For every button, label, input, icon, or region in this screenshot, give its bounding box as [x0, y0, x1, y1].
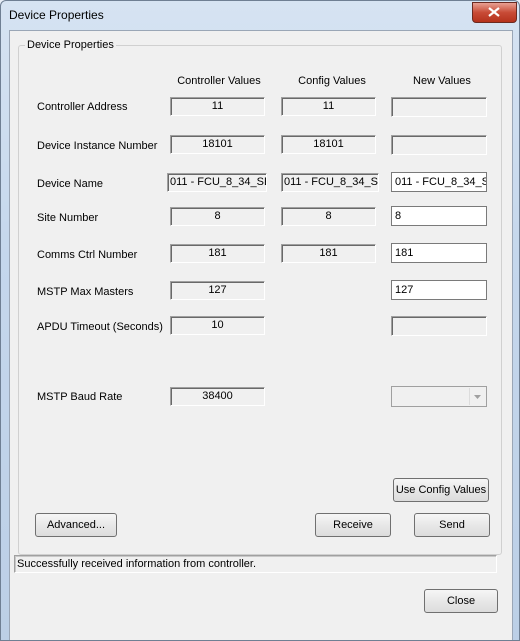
device-name-controller-value: 011 - FCU_8_34_SE: [167, 173, 267, 192]
mstp-baud-rate-controller-value: 38400: [170, 387, 265, 406]
comms-ctrl-controller-value: 181: [170, 244, 265, 263]
advanced-button[interactable]: Advanced...: [35, 513, 117, 537]
label-site-number: Site Number: [37, 212, 99, 224]
site-number-new-value-input[interactable]: 8: [391, 206, 487, 226]
site-number-controller-value: 8: [170, 207, 265, 226]
mstp-max-masters-new-value-input[interactable]: 127: [391, 280, 487, 300]
device-instance-new-value: [391, 135, 487, 155]
mstp-max-masters-controller-value: 127: [170, 281, 265, 300]
receive-button[interactable]: Receive: [315, 513, 391, 537]
comms-ctrl-new-value-input[interactable]: 181: [391, 243, 487, 263]
window-close-button[interactable]: [472, 2, 517, 23]
title-bar[interactable]: Device Properties: [1, 1, 519, 29]
device-properties-window: Device Properties Device Properties Cont…: [0, 0, 520, 641]
device-name-new-value-input[interactable]: 011 - FCU_8_34_S: [391, 172, 487, 192]
controller-address-new-value: [391, 97, 487, 117]
device-name-config-value: 011 - FCU_8_34_SE: [281, 173, 379, 192]
site-number-config-value: 8: [281, 207, 376, 226]
label-controller-address: Controller Address: [37, 101, 128, 113]
label-apdu-timeout: APDU Timeout (Seconds): [37, 321, 163, 333]
header-controller-values: Controller Values: [177, 75, 261, 87]
close-x-icon: [488, 7, 500, 17]
mstp-baud-rate-new-value-select: [391, 386, 487, 407]
label-mstp-max-masters: MSTP Max Masters: [37, 286, 134, 298]
send-button[interactable]: Send: [414, 513, 490, 537]
label-comms-ctrl-number: Comms Ctrl Number: [37, 249, 138, 261]
label-device-instance-number: Device Instance Number: [37, 140, 158, 152]
controller-address-config-value: 11: [281, 97, 376, 116]
chevron-down-icon: [474, 395, 481, 399]
dropdown-arrow-button: [469, 388, 485, 405]
controller-address-controller-value: 11: [170, 97, 265, 116]
comms-ctrl-config-value: 181: [281, 244, 376, 263]
apdu-timeout-new-value: [391, 316, 487, 336]
device-instance-controller-value: 18101: [170, 135, 265, 154]
header-config-values: Config Values: [298, 75, 366, 87]
window-title: Device Properties: [9, 8, 104, 22]
group-title: Device Properties: [27, 39, 114, 51]
label-mstp-baud-rate: MSTP Baud Rate: [37, 391, 123, 403]
header-new-values: New Values: [413, 75, 471, 87]
dialog-client-area: Device Properties Controller Values Conf…: [9, 30, 513, 640]
status-message: Successfully received information from c…: [14, 555, 497, 573]
label-device-name: Device Name: [37, 178, 104, 190]
use-config-values-button[interactable]: Use Config Values: [393, 478, 489, 502]
device-instance-config-value: 18101: [281, 135, 376, 154]
apdu-timeout-controller-value: 10: [170, 316, 265, 335]
close-button[interactable]: Close: [424, 589, 498, 613]
